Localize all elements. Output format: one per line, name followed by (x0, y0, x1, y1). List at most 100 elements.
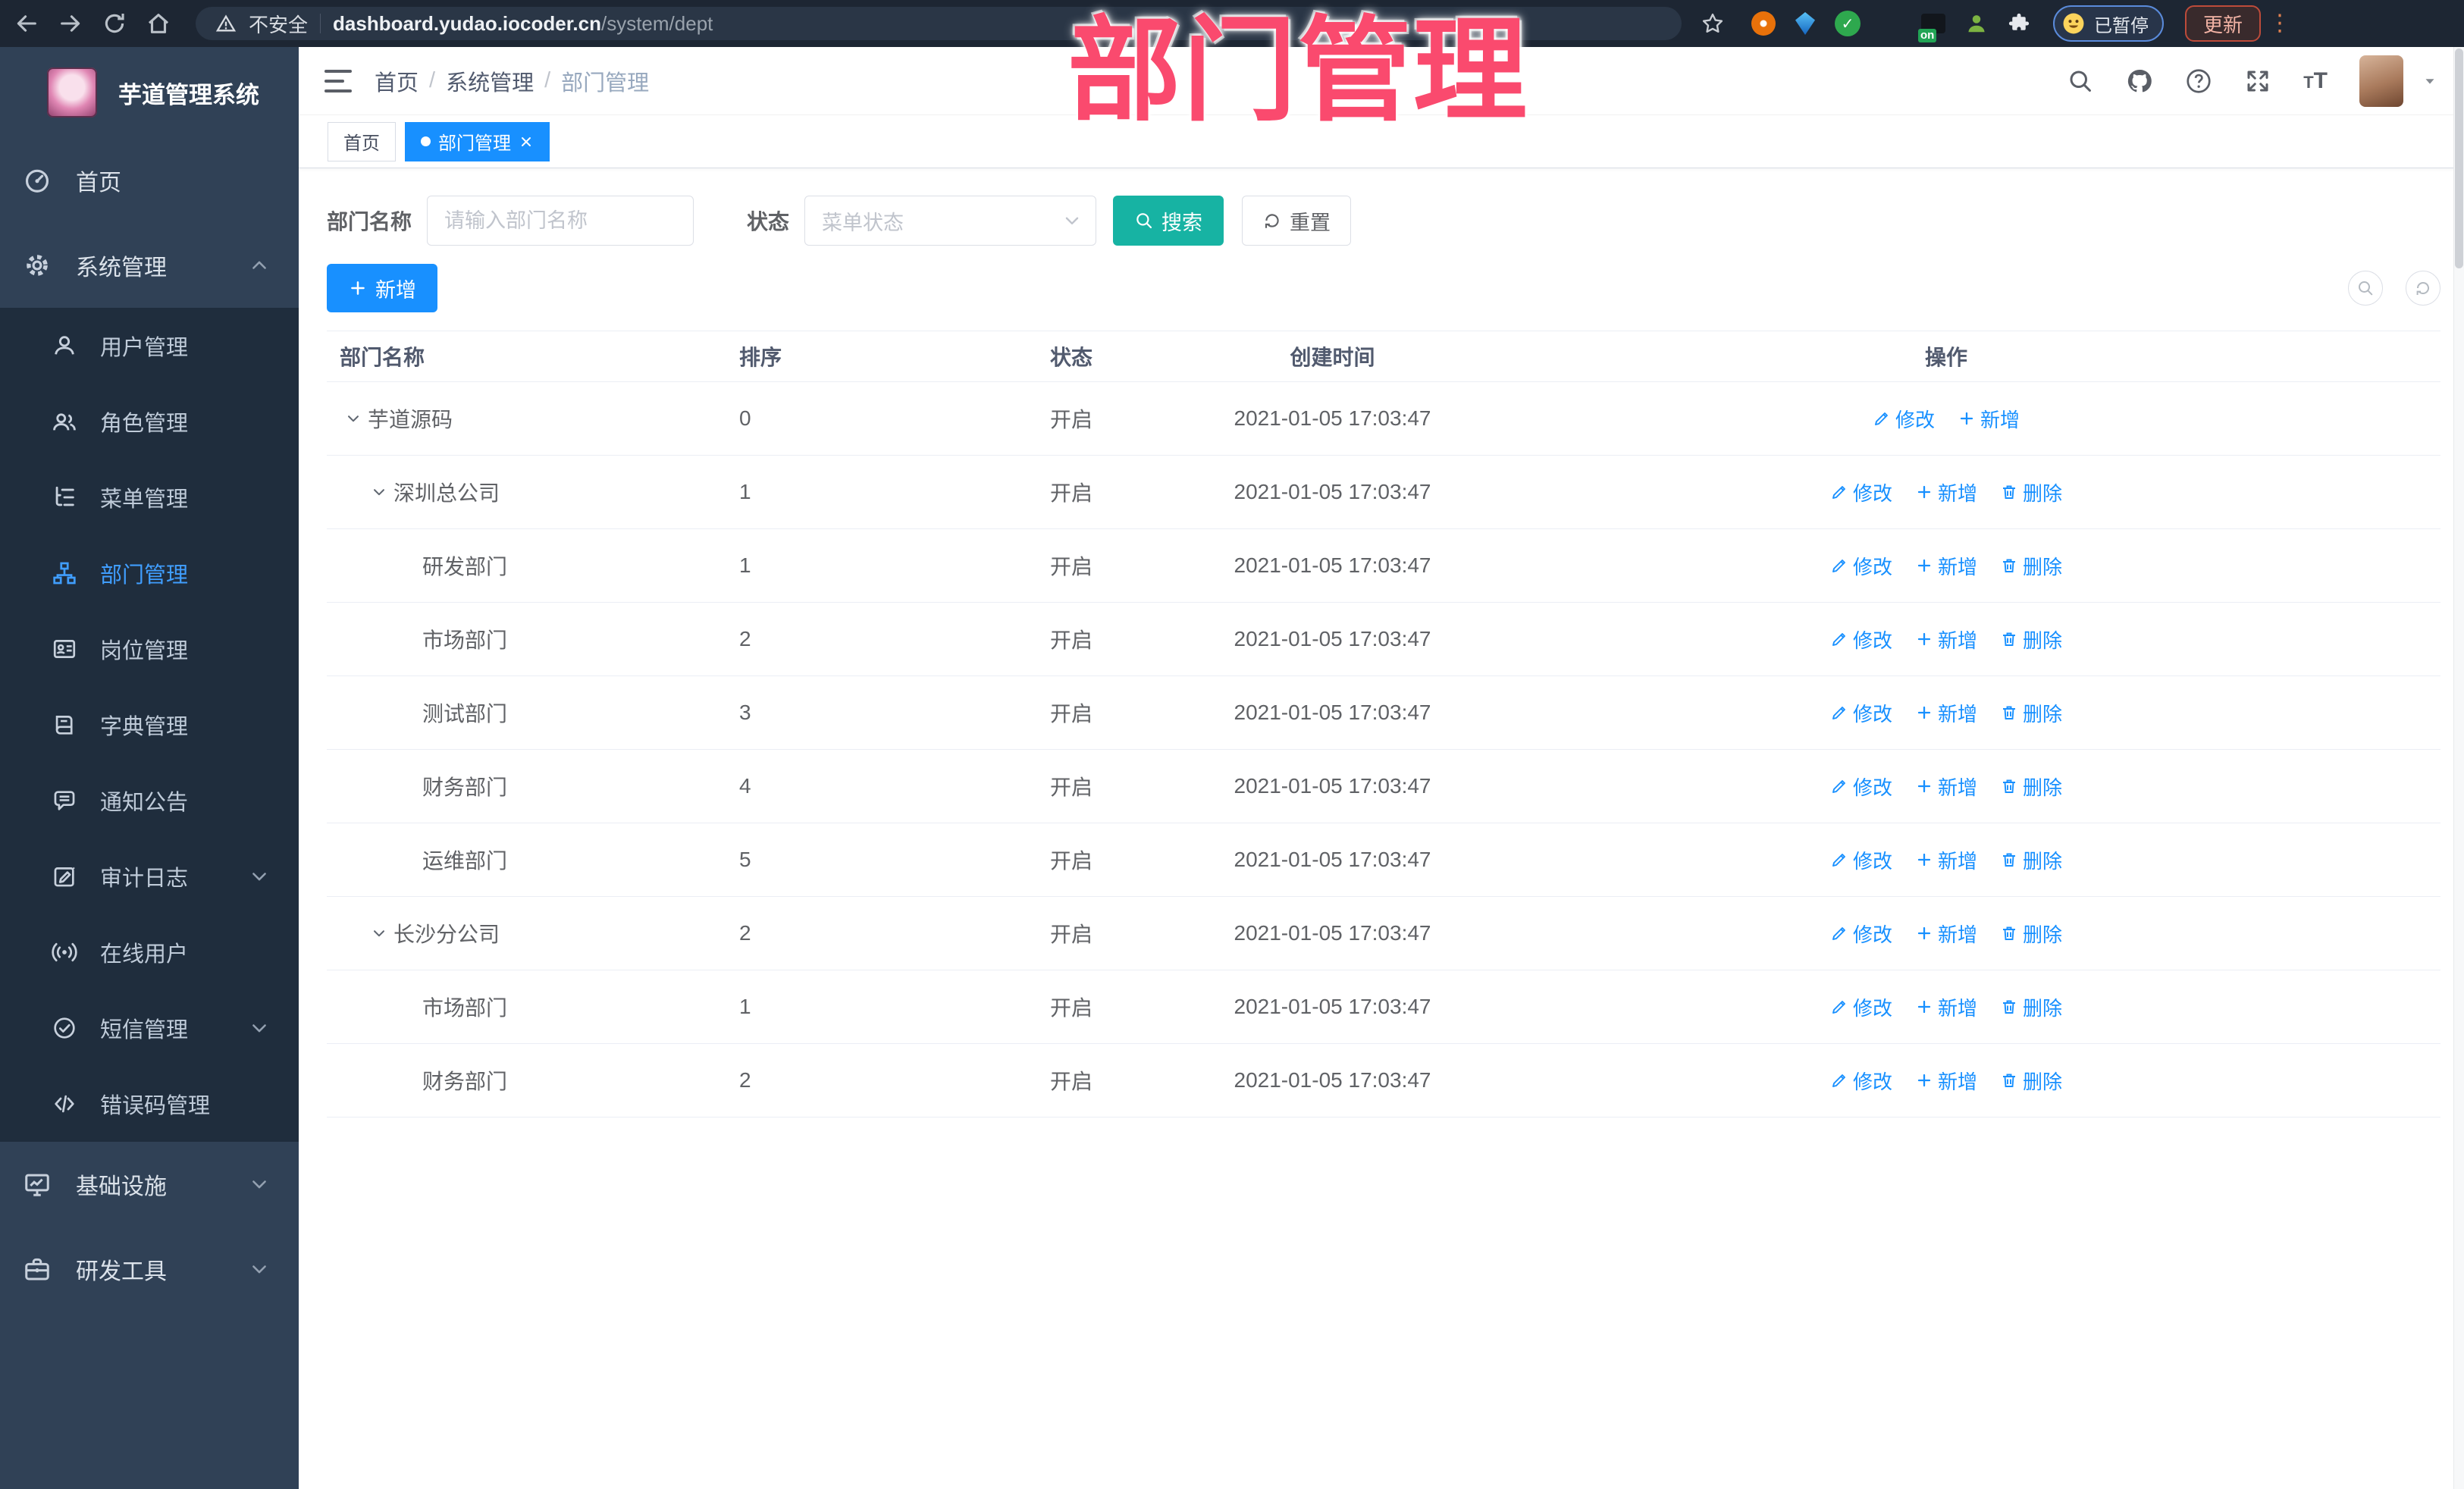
row-action-delete-link[interactable]: 删除 (2000, 773, 2062, 801)
row-action-add-link[interactable]: 新增 (1915, 993, 1977, 1021)
row-action-edit-link[interactable]: 修改 (1830, 1067, 1892, 1095)
table-row: 财务部门 2 开启 2021-01-05 17:03:47 修改 新增 删除 (327, 1044, 2440, 1118)
status-select[interactable]: 菜单状态 (804, 196, 1097, 246)
tree-expand-icon[interactable] (345, 410, 362, 427)
font-size-icon[interactable]: TT (2303, 68, 2328, 94)
sidebar-item-dict-mgmt[interactable]: 字典管理 (0, 687, 299, 763)
sidebar-item-system[interactable]: 系统管理 (0, 223, 299, 308)
refresh-table-button[interactable] (2406, 271, 2440, 306)
tab-active-item[interactable]: 部门管理 (405, 121, 550, 161)
add-dept-button[interactable]: 新增 (327, 264, 437, 312)
reset-button[interactable]: 重置 (1242, 196, 1352, 246)
extension-icon-switch[interactable]: on (1918, 14, 1945, 42)
row-action-delete-link[interactable]: 删除 (2000, 552, 2062, 580)
action-label: 删除 (2023, 776, 2063, 799)
row-action-delete-link[interactable]: 删除 (2000, 846, 2062, 874)
row-action-add-link[interactable]: 新增 (1915, 773, 1977, 801)
sidebar-item-menu-mgmt[interactable]: 菜单管理 (0, 459, 299, 535)
browser-update-button[interactable]: 更新 (2185, 5, 2262, 42)
column-header: 操作 (1924, 346, 1967, 369)
sidebar-item-audit-log[interactable]: 审计日志 (0, 839, 299, 914)
close-icon[interactable] (519, 134, 534, 149)
screen: 不安全 dashboard.yudao.iocoder.cn/system/de… (0, 0, 2464, 1489)
chevron-down-icon (249, 1174, 270, 1195)
row-action-add-link[interactable]: 新增 (1915, 699, 1977, 727)
help-icon[interactable] (2185, 67, 2212, 95)
sidebar-item-online-user[interactable]: 在线用户 (0, 914, 299, 990)
row-action-add-link[interactable]: 新增 (1958, 405, 2020, 433)
row-action-add-link[interactable]: 新增 (1915, 478, 1977, 506)
row-action-edit-link[interactable]: 修改 (1830, 773, 1892, 801)
header-search-icon[interactable] (2067, 67, 2094, 95)
sidebar-item-notice[interactable]: 通知公告 (0, 763, 299, 839)
row-action-edit-link[interactable]: 修改 (1830, 552, 1892, 580)
github-icon[interactable] (2126, 67, 2153, 95)
extension-icon-gem[interactable] (1795, 12, 1815, 35)
breadcrumb-item[interactable]: 系统管理 (446, 65, 534, 97)
row-action-edit-link[interactable]: 修改 (1873, 405, 1935, 433)
sidebar-item-post-mgmt[interactable]: 岗位管理 (0, 611, 299, 687)
sidebar-item-dept-mgmt[interactable]: 部门管理 (0, 535, 299, 611)
sidebar-item-sms-mgmt[interactable]: 短信管理 (0, 990, 299, 1066)
browser-reload-icon[interactable] (102, 11, 127, 36)
row-action-delete-link[interactable]: 删除 (2000, 478, 2062, 506)
table-row: 市场部门 1 开启 2021-01-05 17:03:47 修改 新增 删除 (327, 970, 2440, 1044)
extension-icon-person[interactable] (1965, 11, 1988, 36)
row-action-delete-link[interactable]: 删除 (2000, 625, 2062, 654)
dept-name-input[interactable] (427, 196, 694, 246)
tree-expand-icon[interactable] (371, 484, 387, 500)
toggle-search-button[interactable] (2348, 271, 2383, 306)
browser-menu-kebab-icon[interactable]: ⋮ (2268, 12, 2291, 35)
browser-home-icon[interactable] (146, 11, 171, 36)
browser-forward-icon[interactable] (58, 11, 83, 36)
bookmark-star-icon[interactable] (1700, 11, 1726, 36)
row-action-delete-link[interactable]: 删除 (2000, 993, 2062, 1021)
sidebar-item-home[interactable]: 首页 (0, 138, 299, 223)
sidebar-item-error-code[interactable]: 错误码管理 (0, 1066, 299, 1142)
extensions-puzzle-icon[interactable] (2008, 12, 2030, 35)
row-action-add-link[interactable]: 新增 (1915, 552, 1977, 580)
row-action-delete-link[interactable]: 删除 (2000, 920, 2062, 948)
sidebar-item-infra[interactable]: 基础设施 (0, 1142, 299, 1227)
page-scrollbar[interactable] (2453, 47, 2464, 1489)
sidebar-item-label: 错误码管理 (100, 1094, 211, 1118)
row-action-edit-link[interactable]: 修改 (1830, 699, 1892, 727)
row-action-edit-link[interactable]: 修改 (1830, 920, 1892, 948)
user-avatar[interactable] (2359, 55, 2403, 107)
sidebar-item-dev-tools[interactable]: 研发工具 (0, 1227, 299, 1312)
row-action-add-link[interactable]: 新增 (1915, 1067, 1977, 1095)
browser-back-icon[interactable] (14, 11, 39, 36)
edit-icon (1830, 483, 1848, 501)
cell-created-time: 2021-01-05 17:03:47 (1234, 406, 1431, 430)
avatar-caret-down-icon[interactable] (2422, 73, 2438, 89)
row-action-add-link[interactable]: 新增 (1915, 846, 1977, 874)
app-logo-area[interactable]: 芋道管理系统 (0, 47, 299, 138)
address-bar[interactable]: 不安全 dashboard.yudao.iocoder.cn/system/de… (196, 7, 1682, 40)
browser-profile-chip[interactable]: 已暂停 (2053, 5, 2164, 42)
scrollbar-thumb[interactable] (2455, 49, 2463, 268)
row-action-edit-link[interactable]: 修改 (1830, 846, 1892, 874)
breadcrumb-item[interactable]: 首页 (375, 65, 419, 97)
extension-icon-orange[interactable] (1751, 11, 1776, 36)
extension-icon-grid[interactable] (1880, 13, 1901, 34)
row-action-add-link[interactable]: 新增 (1915, 920, 1977, 948)
fullscreen-icon[interactable] (2244, 67, 2271, 95)
cell-actions: 修改 新增 删除 (1452, 1067, 2440, 1095)
delete-icon (2000, 851, 2018, 869)
cell-sort: 5 (739, 848, 751, 871)
sidebar-item-role-mgmt[interactable]: 角色管理 (0, 384, 299, 459)
row-action-delete-link[interactable]: 删除 (2000, 699, 2062, 727)
search-button[interactable]: 搜索 (1113, 196, 1224, 246)
sidebar-item-user-mgmt[interactable]: 用户管理 (0, 308, 299, 384)
row-action-delete-link[interactable]: 删除 (2000, 1067, 2062, 1095)
sidebar-item-label: 菜单管理 (100, 487, 189, 512)
tree-expand-icon[interactable] (371, 925, 387, 942)
row-action-edit-link[interactable]: 修改 (1830, 478, 1892, 506)
extension-icon-green-check[interactable]: ✓ (1835, 11, 1861, 36)
hamburger-icon[interactable] (324, 69, 352, 92)
row-action-add-link[interactable]: 新增 (1915, 625, 1977, 654)
row-action-edit-link[interactable]: 修改 (1830, 625, 1892, 654)
monitor-icon (23, 1170, 52, 1199)
row-action-edit-link[interactable]: 修改 (1830, 993, 1892, 1021)
tab-item[interactable]: 首页 (328, 121, 396, 161)
